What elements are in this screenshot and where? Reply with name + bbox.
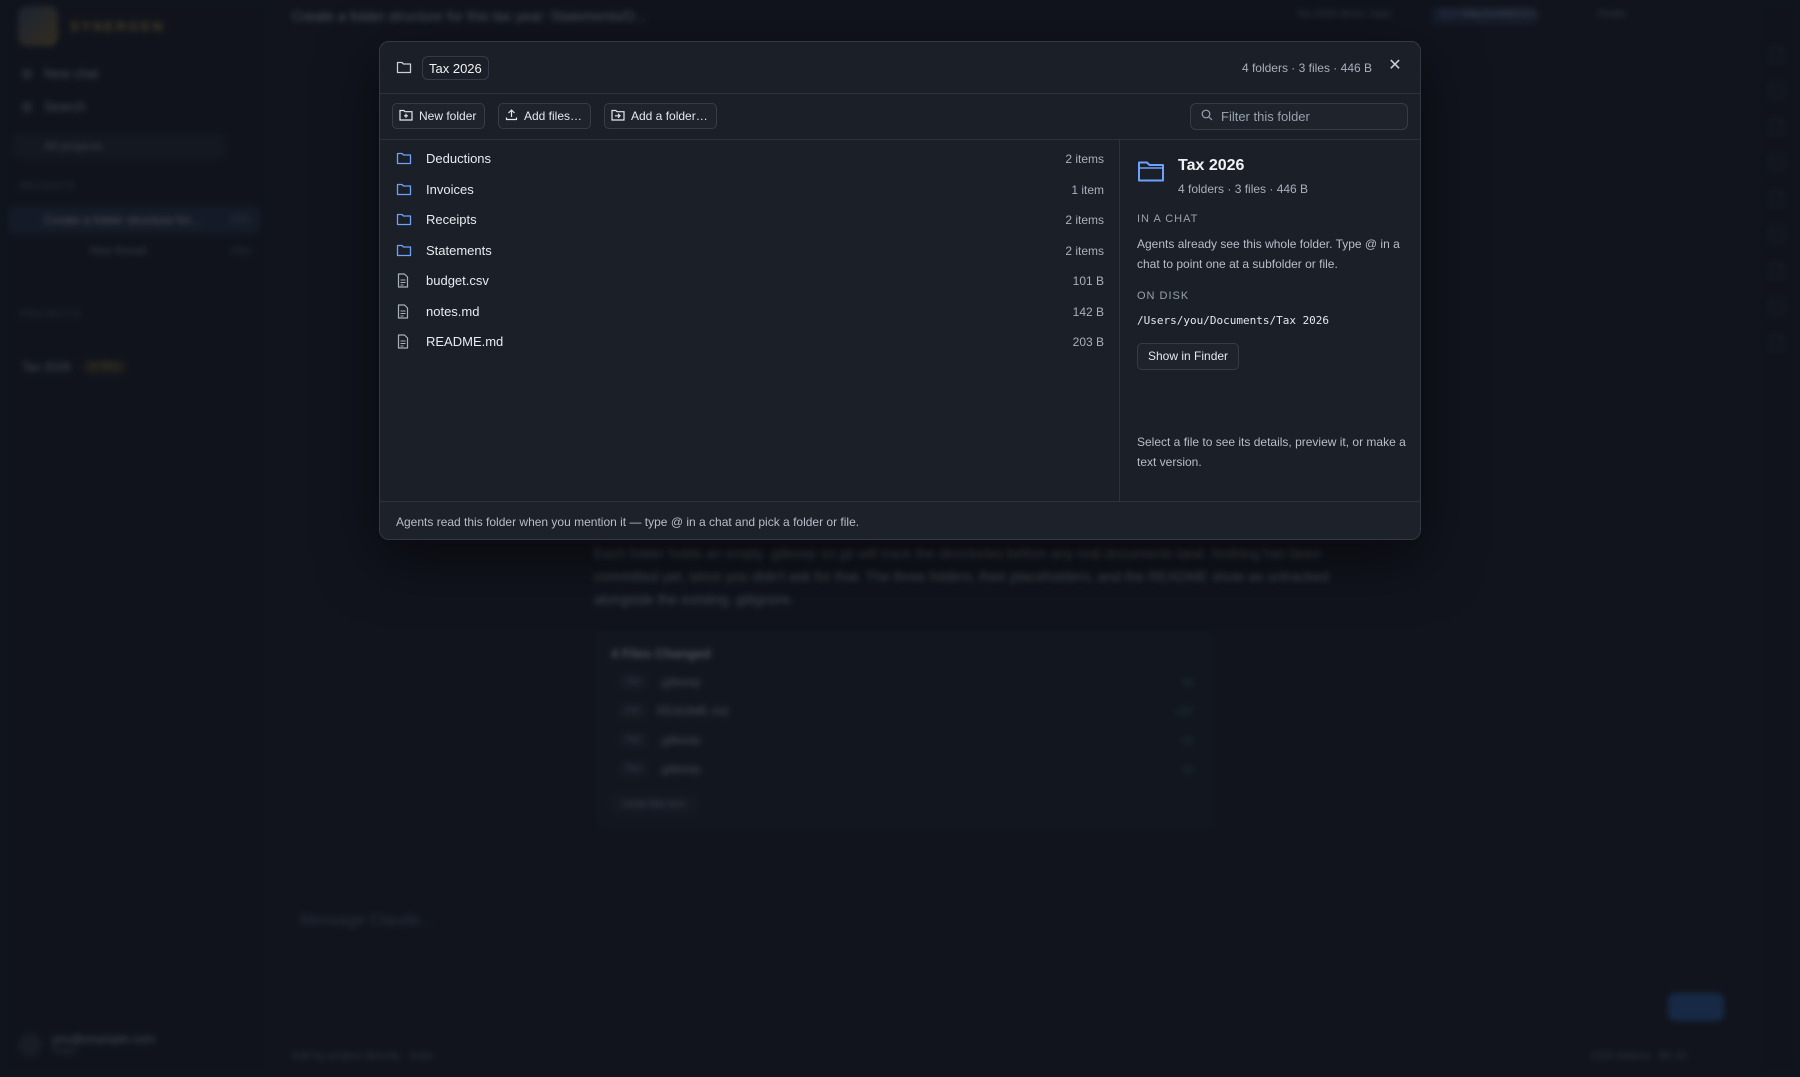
- file-icon: [396, 273, 410, 293]
- item-name: Invoices: [426, 182, 474, 197]
- filter-field[interactable]: [1190, 103, 1408, 130]
- details-panel: Tax 2026 4 folders · 3 files · 446 B IN …: [1121, 140, 1420, 501]
- item-name: README.md: [426, 334, 504, 349]
- folder-icon: [396, 151, 412, 170]
- details-hint: Select a file to see its details, previe…: [1137, 435, 1406, 469]
- show-in-finder-button[interactable]: Show in Finder: [1137, 343, 1240, 370]
- folder-contents-list: Deductions 2 items Invoices 1 item Recei…: [380, 140, 1120, 501]
- add-folder-label: Add a folder…: [631, 109, 708, 123]
- item-size: 1 item: [1071, 183, 1104, 197]
- item-size: 203 B: [1072, 335, 1104, 349]
- folder-icon: [396, 212, 412, 231]
- search-icon: [1201, 108, 1213, 126]
- item-size: 2 items: [1065, 152, 1104, 166]
- item-size: 142 B: [1072, 305, 1104, 319]
- in-chat-label: IN A CHAT: [1137, 213, 1199, 225]
- modal-header: Tax 2026 4 folders · 3 files · 446 B ✕: [380, 42, 1420, 94]
- list-item[interactable]: budget.csv 101 B: [380, 265, 1120, 296]
- folder-large-icon: [1137, 159, 1165, 188]
- list-item[interactable]: README.md 203 B: [380, 326, 1120, 357]
- item-size: 101 B: [1072, 274, 1104, 288]
- item-name: Receipts: [426, 212, 477, 227]
- item-size: 2 items: [1065, 244, 1104, 258]
- details-title: Tax 2026: [1178, 157, 1245, 174]
- add-folder-button[interactable]: Add a folder…: [604, 103, 717, 129]
- item-size: 2 items: [1065, 213, 1104, 227]
- item-name: budget.csv: [426, 273, 489, 288]
- list-item[interactable]: Deductions 2 items: [380, 143, 1120, 174]
- add-files-button[interactable]: Add files…: [498, 103, 592, 129]
- footer-hint: Agents read this folder when you mention…: [396, 515, 860, 529]
- filter-input[interactable]: [1221, 109, 1401, 124]
- in-chat-text: Agents already see this whole folder. Ty…: [1137, 237, 1400, 271]
- file-icon: [396, 304, 410, 324]
- new-folder-label: New folder: [419, 109, 477, 123]
- folder-import-icon: [611, 109, 625, 124]
- close-icon[interactable]: ✕: [1384, 55, 1406, 77]
- item-name: Deductions: [426, 151, 492, 166]
- folder-browser-modal: Tax 2026 4 folders · 3 files · 446 B ✕ N…: [379, 41, 1421, 540]
- folder-icon: [396, 243, 412, 262]
- add-files-label: Add files…: [524, 109, 583, 123]
- on-disk-label: ON DISK: [1137, 290, 1190, 302]
- modal-title: Tax 2026: [422, 56, 489, 80]
- file-icon: [396, 334, 410, 354]
- new-folder-button[interactable]: New folder: [392, 103, 486, 129]
- disk-path: /Users/you/Documents/Tax 2026: [1137, 314, 1330, 327]
- item-name: Statements: [426, 243, 492, 258]
- folder-icon: [396, 60, 412, 79]
- list-item[interactable]: notes.md 142 B: [380, 296, 1120, 327]
- modal-toolbar: New folder Add files… Add a folder…: [380, 94, 1420, 140]
- modal-footer: Agents read this folder when you mention…: [380, 501, 1420, 539]
- list-item[interactable]: Invoices 1 item: [380, 174, 1120, 205]
- upload-icon: [505, 108, 518, 124]
- folder-summary: 4 folders · 3 files · 446 B: [1241, 61, 1372, 75]
- item-name: notes.md: [426, 304, 480, 319]
- folder-icon: [396, 182, 412, 201]
- list-item[interactable]: Receipts 2 items: [380, 204, 1120, 235]
- list-item[interactable]: Statements 2 items: [380, 235, 1120, 266]
- details-summary: 4 folders · 3 files · 446 B: [1178, 182, 1309, 196]
- folder-plus-icon: [399, 109, 413, 124]
